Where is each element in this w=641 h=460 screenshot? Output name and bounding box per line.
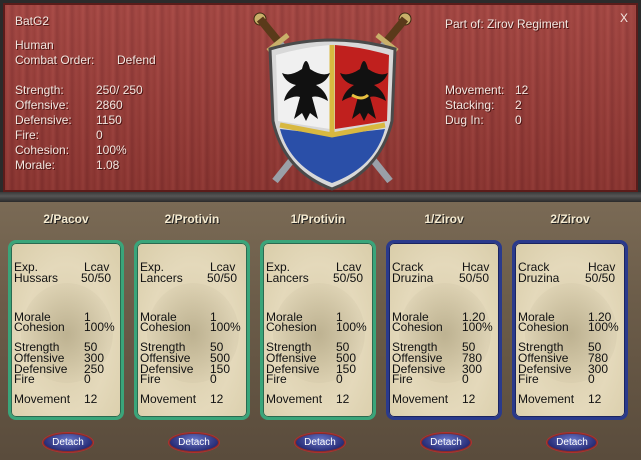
fire-label: Fire xyxy=(518,372,539,386)
stat-label-movement: Movement: xyxy=(445,83,505,97)
cohesion-value: 100% xyxy=(588,320,619,334)
close-button[interactable]: X xyxy=(620,11,628,25)
stat-value-stacking: 2 xyxy=(515,98,522,112)
subunit-title: 2/Protivin xyxy=(164,212,220,226)
cohesion-value: 100% xyxy=(336,320,367,334)
fire-label: Fire xyxy=(266,372,287,386)
stat-value-morale: 1.08 xyxy=(96,158,120,172)
stat-label-strength: Strength: xyxy=(15,83,64,97)
stat-label-morale: Morale: xyxy=(15,158,56,172)
movement-label: Movement xyxy=(392,392,449,406)
fire-label: Fire xyxy=(392,372,413,386)
subunit-title: 2/Pacov xyxy=(43,212,89,226)
fire-label: Fire xyxy=(14,372,35,386)
subunit-card[interactable]: Exp. Lcav Hussars 50/50 Morale 1 Cohesion 100% S… xyxy=(8,240,124,420)
subunit-card[interactable]: Exp. Lcav Lancers 50/50 Morale 1 Cohesion 100% S… xyxy=(260,240,376,420)
cohesion-label: Cohesion xyxy=(392,320,443,334)
movement-value: 12 xyxy=(84,392,98,406)
unit-men: 50/50 xyxy=(333,271,364,285)
detach-button[interactable]: Detach xyxy=(169,433,219,452)
unit-race: Human xyxy=(15,38,54,52)
movement-label: Movement xyxy=(140,392,197,406)
subunit-title: 2/Zirov xyxy=(550,212,590,226)
stat-label-dug-in: Dug In: xyxy=(445,113,484,127)
stat-label-defensive: Defensive: xyxy=(15,113,72,127)
movement-value: 12 xyxy=(336,392,350,406)
stat-value-strength: 250/ 250 xyxy=(96,83,143,97)
unit-men: 50/50 xyxy=(207,271,238,285)
subunit-card[interactable]: Crack Hcav Druzina 50/50 Morale 1.20 Cohesion 1… xyxy=(512,240,628,420)
cohesion-value: 100% xyxy=(210,320,241,334)
combat-order-value[interactable]: Defend xyxy=(117,53,156,67)
stat-label-cohesion: Cohesion: xyxy=(15,143,70,157)
unit-kind: Druzina xyxy=(392,271,434,285)
cohesion-label: Cohesion xyxy=(518,320,569,334)
unit-men: 50/50 xyxy=(585,271,616,285)
detach-button[interactable]: Detach xyxy=(43,433,93,452)
detach-button[interactable]: Detach xyxy=(295,433,345,452)
fire-value: 0 xyxy=(462,372,469,386)
unit-name: BatG2 xyxy=(15,14,50,28)
stat-value-fire: 0 xyxy=(96,128,103,142)
unit-kind: Hussars xyxy=(14,271,59,285)
unit-info-panel: BatG2 Human Combat Order: Defend Strengt… xyxy=(3,3,638,192)
part-of-regiment: Part of: Zirov Regiment xyxy=(445,17,569,31)
unit-men: 50/50 xyxy=(459,271,490,285)
subunit-card[interactable]: Crack Hcav Druzina 50/50 Morale 1.20 Cohesion 1… xyxy=(386,240,502,420)
fire-label: Fire xyxy=(140,372,161,386)
fire-value: 0 xyxy=(210,372,217,386)
movement-label: Movement xyxy=(14,392,71,406)
stat-label-fire: Fire: xyxy=(15,128,39,142)
stat-value-dug-in: 0 xyxy=(515,113,522,127)
coat-of-arms-icon xyxy=(253,12,412,191)
stat-value-offensive: 2860 xyxy=(96,98,123,112)
stat-value-movement: 12 xyxy=(515,83,529,97)
movement-value: 12 xyxy=(462,392,476,406)
cohesion-value: 100% xyxy=(462,320,493,334)
cohesion-label: Cohesion xyxy=(14,320,65,334)
combat-order-label: Combat Order: xyxy=(15,53,95,67)
movement-label: Movement xyxy=(518,392,575,406)
cohesion-label: Cohesion xyxy=(140,320,191,334)
unit-kind: Lancers xyxy=(140,271,183,285)
movement-value: 12 xyxy=(588,392,602,406)
subunit-card[interactable]: Exp. Lcav Lancers 50/50 Morale 1 Cohesion 100% S… xyxy=(134,240,250,420)
unit-window: BatG2 Human Combat Order: Defend Strengt… xyxy=(0,0,641,460)
subunit-title: 1/Zirov xyxy=(424,212,464,226)
cohesion-label: Cohesion xyxy=(266,320,317,334)
subunit-title: 1/Protivin xyxy=(290,212,346,226)
unit-kind: Lancers xyxy=(266,271,309,285)
unit-men: 50/50 xyxy=(81,271,112,285)
movement-value: 12 xyxy=(210,392,224,406)
unit-kind: Druzina xyxy=(518,271,560,285)
fire-value: 0 xyxy=(588,372,595,386)
fire-value: 0 xyxy=(84,372,91,386)
stat-label-offensive: Offensive: xyxy=(15,98,69,112)
movement-label: Movement xyxy=(266,392,323,406)
stat-value-cohesion: 100% xyxy=(96,143,127,157)
fire-value: 0 xyxy=(336,372,343,386)
detach-button[interactable]: Detach xyxy=(547,433,597,452)
stat-label-stacking: Stacking: xyxy=(445,98,495,112)
stat-value-defensive: 1150 xyxy=(96,113,122,127)
subunit-list: 2/Pacov Exp. Lcav Hussars 50/50 Morale 1 Cohesi… xyxy=(0,202,641,460)
cohesion-value: 100% xyxy=(84,320,115,334)
detach-button[interactable]: Detach xyxy=(421,433,471,452)
